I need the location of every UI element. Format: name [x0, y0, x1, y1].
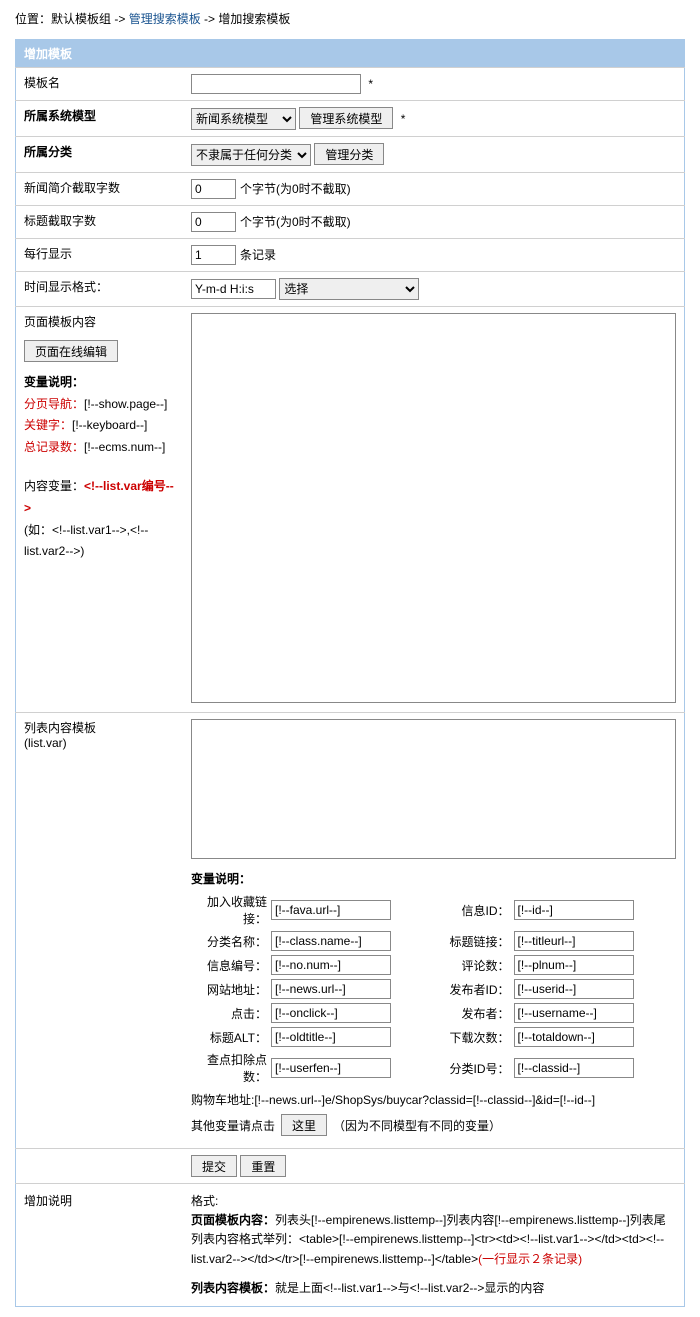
- label-time-format: 时间显示格式：: [16, 272, 184, 307]
- var-site-url[interactable]: [271, 979, 391, 999]
- var-page-nav-label: 分页导航：: [24, 397, 84, 411]
- label-list-content: 列表内容模板: [24, 719, 175, 736]
- var-desc-title: 变量说明：: [24, 372, 175, 394]
- template-name-input[interactable]: [191, 74, 361, 94]
- var-info-num[interactable]: [271, 955, 391, 975]
- label-news-intro: 新闻简介截取字数: [16, 173, 184, 206]
- required-star: *: [365, 77, 373, 91]
- other-vars-post: （因为不同模型有不同的变量）: [333, 1117, 501, 1134]
- list-var-title: 变量说明：: [191, 870, 676, 887]
- desc-format: 格式:: [191, 1192, 676, 1211]
- system-model-select[interactable]: 新闻系统模型: [191, 108, 296, 130]
- breadcrumb-item1: 默认模板组: [51, 12, 111, 26]
- page-content-textarea[interactable]: [191, 313, 676, 703]
- page-online-edit-button[interactable]: [24, 340, 118, 362]
- submit-button[interactable]: [191, 1155, 237, 1177]
- manage-category-button[interactable]: [314, 143, 384, 165]
- var-total-label: 总记录数：: [24, 440, 84, 454]
- time-format-select[interactable]: 选择: [279, 278, 419, 300]
- var-publisher[interactable]: [514, 1003, 634, 1023]
- label-add-desc: 增加说明: [16, 1184, 184, 1307]
- var-clicks[interactable]: [271, 1003, 391, 1023]
- cart-address: 购物车地址:[!--news.url--]e/ShopSys/buycar?cl…: [191, 1091, 676, 1108]
- var-title-alt[interactable]: [271, 1027, 391, 1047]
- var-content-label: 内容变量：: [24, 479, 84, 493]
- label-page-content: 页面模板内容: [24, 313, 175, 330]
- title-cut-input[interactable]: [191, 212, 236, 232]
- news-intro-input[interactable]: [191, 179, 236, 199]
- time-format-input[interactable]: [191, 279, 276, 299]
- var-keyword-label: 关键字：: [24, 418, 72, 432]
- breadcrumb-manage-search[interactable]: 管理搜索模板: [129, 12, 201, 26]
- panel-title: 增加模板: [16, 40, 685, 68]
- category-select[interactable]: 不隶属于任何分类: [191, 144, 311, 166]
- label-system-model: 所属系统模型: [16, 101, 184, 137]
- var-deduct[interactable]: [271, 1058, 391, 1078]
- var-content-note: (如：<!--list.var1-->,<!--list.var2-->): [24, 520, 175, 563]
- form-table: 增加模板 模板名 * 所属系统模型 新闻系统模型 * 所属分类 不隶属于任何分类…: [15, 39, 685, 1307]
- breadcrumb: 位置：默认模板组 -> 管理搜索模板 -> 增加搜索模板: [15, 10, 685, 27]
- per-row-input[interactable]: [191, 245, 236, 265]
- var-class-name[interactable]: [271, 931, 391, 951]
- var-class-id[interactable]: [514, 1058, 634, 1078]
- news-intro-note: 个字节(为0时不截取): [240, 182, 351, 196]
- breadcrumb-current: 增加搜索模板: [218, 12, 290, 26]
- var-publisher-id[interactable]: [514, 979, 634, 999]
- required-star: *: [397, 112, 405, 126]
- breadcrumb-prefix: 位置：: [15, 12, 51, 26]
- other-vars-pre: 其他变量请点击: [191, 1117, 275, 1134]
- label-per-row: 每行显示: [16, 239, 184, 272]
- reset-button[interactable]: [240, 1155, 286, 1177]
- label-list-content-sub: (list.var): [24, 736, 175, 750]
- title-cut-note: 个字节(为0时不截取): [240, 215, 351, 229]
- var-title-link[interactable]: [514, 931, 634, 951]
- label-template-name: 模板名: [16, 68, 184, 101]
- manage-system-model-button[interactable]: [299, 107, 393, 129]
- var-info-id[interactable]: [514, 900, 634, 920]
- other-vars-button[interactable]: [281, 1114, 327, 1136]
- per-row-note: 条记录: [240, 248, 276, 262]
- list-content-textarea[interactable]: [191, 719, 676, 859]
- label-category: 所属分类: [16, 137, 184, 173]
- var-fav-url[interactable]: [271, 900, 391, 920]
- var-comments[interactable]: [514, 955, 634, 975]
- label-title-cut: 标题截取字数: [16, 206, 184, 239]
- var-downloads[interactable]: [514, 1027, 634, 1047]
